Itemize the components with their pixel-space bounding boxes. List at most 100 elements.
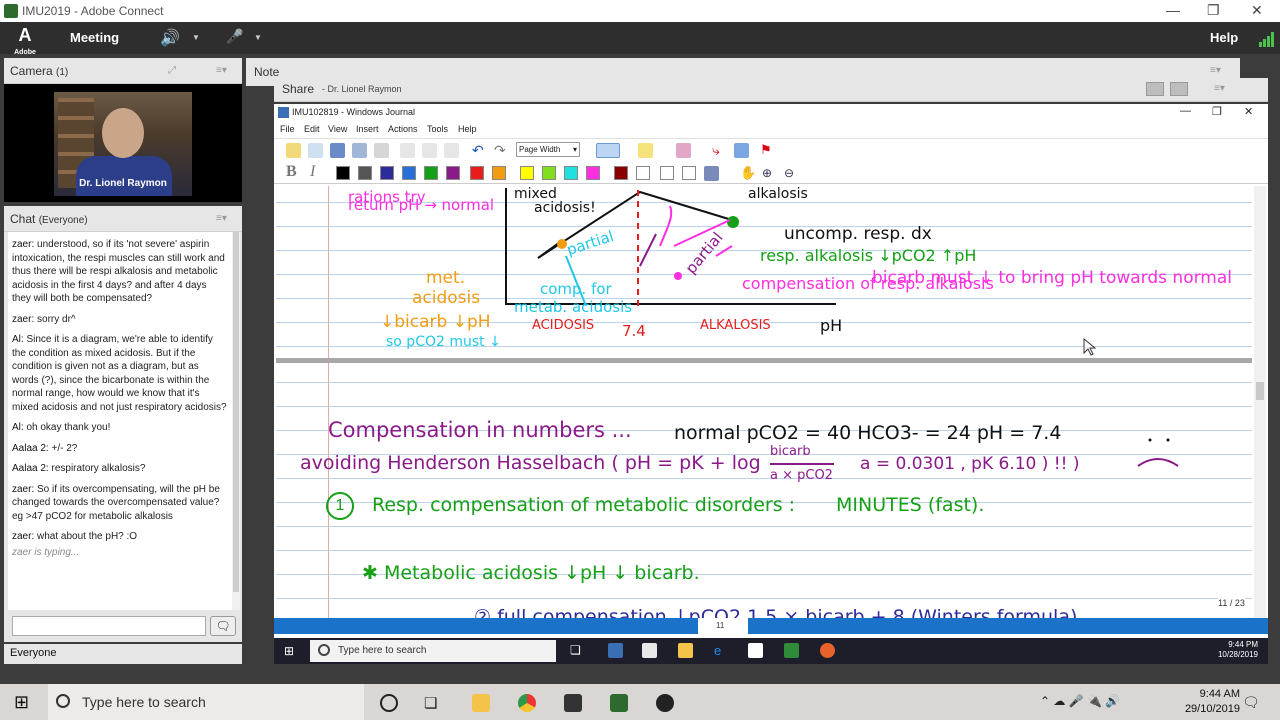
scroll-thumb[interactable] (233, 232, 239, 592)
pen-color-swatch[interactable] (636, 166, 650, 180)
pen-color-swatch[interactable] (586, 166, 600, 180)
chat-recipient-tab[interactable]: Everyone (4, 644, 242, 664)
mail-icon[interactable] (748, 643, 763, 658)
store-icon[interactable] (564, 694, 582, 712)
pen-color-swatch[interactable] (520, 166, 534, 180)
highlighter-icon[interactable] (638, 143, 653, 158)
file-explorer-icon[interactable] (678, 643, 693, 658)
fullscreen-icon[interactable]: ⤢ (168, 65, 176, 76)
fullscreen-view-icon[interactable] (1170, 82, 1188, 96)
close-icon[interactable]: ✕ (1251, 2, 1263, 19)
zoom-select[interactable]: Page Width ▾ (516, 142, 580, 157)
pen-color-swatch[interactable] (380, 166, 394, 180)
close-icon[interactable]: ✕ (1244, 105, 1253, 118)
new-note-icon[interactable] (286, 143, 301, 158)
pen-color-swatch[interactable] (564, 166, 578, 180)
restore-icon[interactable]: ❐ (1207, 2, 1220, 19)
taskbar-search-box[interactable]: Type here to search (48, 684, 364, 720)
speaker-icon[interactable]: 🔊 (160, 28, 184, 48)
menu-edit[interactable]: Edit (304, 124, 320, 134)
menu-insert[interactable]: Insert (356, 124, 379, 134)
task-view-icon[interactable]: ❏ (570, 643, 585, 658)
menu-file[interactable]: File (280, 124, 295, 134)
typing-indicator: zaer is typing... (12, 546, 80, 558)
print-icon[interactable] (352, 143, 367, 158)
zoom-in-icon[interactable]: ⊕ (762, 166, 777, 181)
mic-icon[interactable]: 🎤 (226, 28, 243, 46)
menu-view[interactable]: View (328, 124, 347, 134)
journal-page[interactable]: rations try return pH → normal mixed aci… (276, 186, 1252, 622)
meeting-menu[interactable]: Meeting (70, 30, 119, 45)
lasso-icon[interactable]: ⤷ (712, 143, 727, 158)
save-icon[interactable] (330, 143, 345, 158)
excel-icon[interactable] (784, 643, 799, 658)
chevron-down-icon[interactable]: ▼ (254, 33, 262, 42)
pen-color-swatch[interactable] (682, 166, 696, 180)
task-view-icon[interactable]: ❏ (424, 694, 442, 712)
chevron-down-icon[interactable]: ▼ (192, 33, 200, 42)
pen-color-swatch[interactable] (660, 166, 674, 180)
journal-page-bar[interactable]: 11 (274, 618, 1268, 634)
pen-settings-icon[interactable] (704, 166, 719, 181)
italic-icon[interactable]: I (310, 163, 315, 181)
pen-color-swatch[interactable] (542, 166, 556, 180)
chrome-icon[interactable] (518, 694, 536, 712)
pen-color-swatch[interactable] (424, 166, 438, 180)
taskbar-clock[interactable]: 9:44 AM 29/10/2019 (1185, 687, 1240, 717)
pod-options-icon[interactable]: ≡▾ (216, 65, 227, 76)
insert-space-icon[interactable] (734, 143, 749, 158)
undo-icon[interactable]: ↶ (472, 143, 487, 158)
edge-icon[interactable]: e (714, 643, 729, 658)
system-tray-icons[interactable]: ⌃ ☁ 🎤 🔌 🔊 (1040, 694, 1120, 708)
eraser-icon[interactable] (676, 143, 691, 158)
minimize-icon[interactable]: — (1180, 105, 1191, 117)
pen-color-swatch[interactable] (614, 166, 628, 180)
cortana-icon[interactable] (380, 694, 398, 712)
pod-options-icon[interactable]: ≡▾ (216, 213, 227, 224)
chat-message: Aalaa 2: +/- 2? (12, 442, 78, 454)
cut-icon[interactable] (400, 143, 415, 158)
find-icon[interactable] (374, 143, 389, 158)
obs-icon[interactable] (656, 694, 674, 712)
file-explorer-icon[interactable] (472, 694, 490, 712)
pen-color-swatch[interactable] (402, 166, 416, 180)
store-icon[interactable] (642, 643, 657, 658)
pen-color-swatch[interactable] (470, 166, 484, 180)
pen-color-swatch[interactable] (492, 166, 506, 180)
menu-actions[interactable]: Actions (388, 124, 418, 134)
firefox-icon[interactable] (820, 643, 835, 658)
pen-color-swatch[interactable] (446, 166, 460, 180)
pen-color-swatch[interactable] (336, 166, 350, 180)
flag-icon[interactable]: ⚑ (760, 143, 775, 158)
menu-tools[interactable]: Tools (427, 124, 448, 134)
help-menu[interactable]: Help (1210, 30, 1238, 45)
chat-scrollbar[interactable] (232, 232, 240, 610)
send-message-button[interactable]: 🗨 (210, 616, 236, 636)
pod-options-icon[interactable]: ≡▾ (1214, 83, 1225, 94)
pen-tool-icon[interactable] (596, 143, 620, 158)
open-icon[interactable] (308, 143, 323, 158)
windows-start-icon[interactable]: ⊞ (284, 644, 294, 658)
adobe-connect-icon[interactable] (610, 694, 628, 712)
chat-message-list[interactable]: zaer: understood, so if its 'not severe'… (8, 232, 232, 610)
notifications-icon[interactable]: 🗨 (1242, 694, 1260, 711)
journal-scrollbar[interactable] (1254, 186, 1266, 622)
bold-icon[interactable]: B (286, 163, 297, 181)
windows-start-icon[interactable]: ⊞ (14, 692, 29, 713)
minimize-icon[interactable]: — (1166, 2, 1180, 18)
paste-icon[interactable] (444, 143, 459, 158)
pod-options-icon[interactable]: ≡▾ (1210, 65, 1221, 76)
pen-color-swatch[interactable] (358, 166, 372, 180)
shared-search-box[interactable]: Type here to search (310, 640, 556, 662)
chat-input[interactable] (12, 616, 206, 636)
copy-icon[interactable] (422, 143, 437, 158)
zoom-out-icon[interactable]: ⊖ (784, 166, 799, 181)
menu-help[interactable]: Help (458, 124, 477, 134)
journal-taskbar-icon[interactable] (608, 643, 623, 658)
scroll-thumb[interactable] (1256, 382, 1264, 400)
redo-icon[interactable]: ↷ (494, 143, 509, 158)
view-mode-icon[interactable] (1146, 82, 1164, 96)
note-comp-for: comp. for (540, 280, 612, 298)
restore-icon[interactable]: ❐ (1212, 105, 1222, 118)
pan-hand-icon[interactable]: ✋ (740, 166, 756, 181)
